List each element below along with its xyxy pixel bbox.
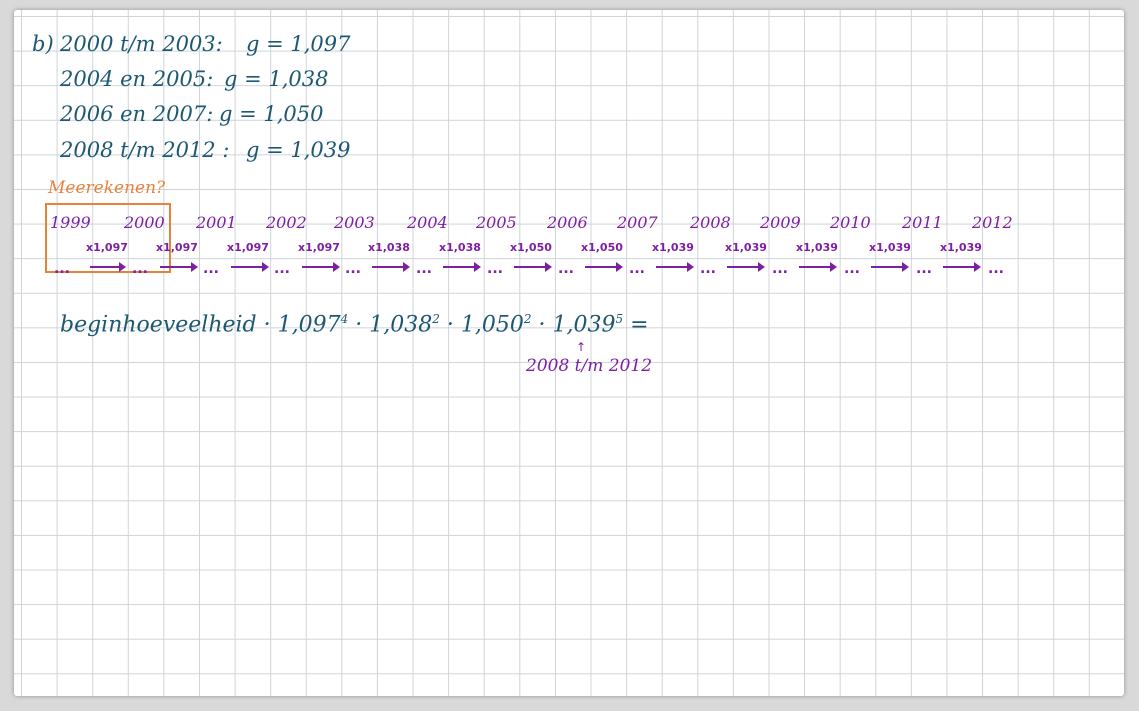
dots: ... bbox=[558, 261, 574, 277]
arrow-icon bbox=[302, 262, 340, 272]
year-label: 2001 bbox=[196, 213, 237, 232]
formula-exp-3: 2 bbox=[523, 312, 532, 326]
arrow-icon bbox=[943, 262, 981, 272]
dots: ... bbox=[700, 261, 716, 277]
arrow-icon bbox=[585, 262, 623, 272]
dots: ... bbox=[916, 261, 932, 277]
dots: ... bbox=[844, 261, 860, 277]
dots: ... bbox=[629, 261, 645, 277]
formula-equals: = bbox=[630, 312, 649, 338]
factor-label: x1,097 bbox=[86, 241, 128, 254]
line-2-equation: g = 1,038 bbox=[224, 67, 329, 91]
grid-board: b) 2000 t/m 2003: g = 1,097 2004 en 2005… bbox=[14, 10, 1124, 696]
factor-label: x1,039 bbox=[796, 241, 838, 254]
line-3-period: 2006 en 2007: bbox=[60, 102, 214, 126]
factor-label: x1,039 bbox=[652, 241, 694, 254]
year-label: 2006 bbox=[547, 213, 588, 232]
formula-term-3: · 1,050 bbox=[446, 312, 524, 338]
factor-label: x1,038 bbox=[439, 241, 481, 254]
arrow-icon bbox=[727, 262, 765, 272]
arrow-icon bbox=[372, 262, 410, 272]
annotation: 2008 t/m 2012 bbox=[526, 356, 653, 376]
factor-label: x1,097 bbox=[298, 241, 340, 254]
factor-label: x1,039 bbox=[725, 241, 767, 254]
factor-label: x1,097 bbox=[156, 241, 198, 254]
dots: ... bbox=[345, 261, 361, 277]
year-label: 2012 bbox=[972, 213, 1013, 232]
dots: ... bbox=[132, 261, 148, 277]
formula-term-4: · 1,039 bbox=[538, 312, 616, 338]
year-label: 1999 bbox=[50, 213, 91, 232]
dots: ... bbox=[416, 261, 432, 277]
dots: ... bbox=[772, 261, 788, 277]
formula-exp-4: 5 bbox=[615, 312, 624, 326]
arrow-icon bbox=[656, 262, 694, 272]
formula-term-1: 1,097 bbox=[277, 312, 341, 338]
arrow-icon bbox=[231, 262, 269, 272]
part-label: b) bbox=[32, 32, 54, 56]
dots: ... bbox=[487, 261, 503, 277]
formula-exp-2: 2 bbox=[432, 312, 440, 326]
factor-label: x1,039 bbox=[869, 241, 911, 254]
arrow-icon bbox=[443, 262, 481, 272]
arrow-icon bbox=[160, 262, 198, 272]
up-arrow-icon: ↑ bbox=[576, 340, 587, 354]
line-2-period: 2004 en 2005: bbox=[60, 67, 214, 91]
year-label: 2005 bbox=[476, 213, 517, 232]
arrow-icon bbox=[90, 262, 126, 272]
factor-label: x1,038 bbox=[368, 241, 410, 254]
year-label: 2009 bbox=[760, 213, 801, 232]
year-label: 2007 bbox=[617, 213, 658, 232]
dots: ... bbox=[54, 261, 70, 277]
formula: beginhoeveelheid · 1,0974 · 1,0382 · 1,0… bbox=[60, 312, 649, 337]
line-3-equation: g = 1,050 bbox=[219, 102, 324, 126]
year-label: 2010 bbox=[830, 213, 871, 232]
line-1-equation: g = 1,097 bbox=[246, 32, 351, 56]
arrow-icon bbox=[514, 262, 552, 272]
factor-label: x1,050 bbox=[510, 241, 552, 254]
dots: ... bbox=[274, 261, 290, 277]
year-label: 2003 bbox=[334, 213, 375, 232]
line-1-period: 2000 t/m 2003: bbox=[60, 32, 223, 56]
factor-label: x1,039 bbox=[940, 241, 982, 254]
formula-term-2: · 1,038 bbox=[355, 312, 433, 338]
line-4-period: 2008 t/m 2012 : bbox=[60, 138, 230, 162]
year-label: 2004 bbox=[407, 213, 448, 232]
formula-exp-1: 4 bbox=[340, 312, 349, 326]
arrow-icon bbox=[871, 262, 909, 272]
line-4-equation: g = 1,039 bbox=[246, 138, 351, 162]
year-label: 2008 bbox=[690, 213, 731, 232]
formula-start: beginhoeveelheid · bbox=[60, 312, 271, 338]
meerekenen-note: Meerekenen? bbox=[48, 178, 166, 198]
year-label: 2011 bbox=[902, 213, 943, 232]
dots: ... bbox=[988, 261, 1004, 277]
arrow-icon bbox=[799, 262, 837, 272]
factor-label: x1,097 bbox=[227, 241, 269, 254]
factor-label: x1,050 bbox=[581, 241, 623, 254]
year-label: 2002 bbox=[266, 213, 307, 232]
year-label: 2000 bbox=[124, 213, 165, 232]
dots: ... bbox=[203, 261, 219, 277]
